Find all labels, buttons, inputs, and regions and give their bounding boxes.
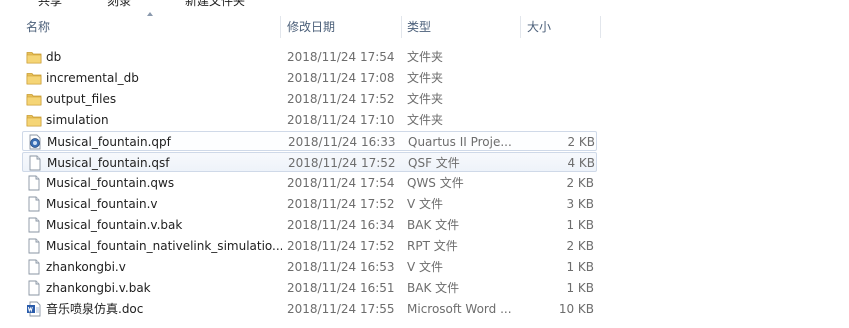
file-size: 2 KB [566, 176, 594, 190]
file-type: QWS 文件 [407, 176, 464, 190]
file-date: 2018/11/24 17:55 [287, 302, 395, 316]
file-size [524, 89, 594, 109]
file-size: 2 KB [567, 135, 595, 149]
file-row[interactable]: db 2018/11/24 17:54 文件夹 [22, 47, 597, 67]
file-date: 2018/11/24 17:52 [287, 197, 395, 211]
new-folder-button[interactable]: 新建文件夹 [185, 0, 245, 9]
file-row[interactable]: incremental_db 2018/11/24 17:08 文件夹 [22, 68, 597, 88]
file-size: 3 KB [566, 197, 594, 211]
file-row[interactable]: Musical_fountain.v.bak 2018/11/24 16:34 BA… [22, 215, 597, 235]
burn-button[interactable]: 刻录 [107, 0, 131, 9]
file-icon [27, 155, 43, 171]
column-header: 名称 修改日期 类型 大小 [0, 12, 849, 40]
file-row[interactable]: output_files 2018/11/24 17:52 文件夹 [22, 89, 597, 109]
file-type: 文件夹 [407, 113, 444, 127]
file-name: 音乐喷泉仿真.doc [46, 302, 144, 316]
file-date: 2018/11/24 17:52 [287, 239, 395, 253]
file-row[interactable]: 音乐喷泉仿真.doc 2018/11/24 17:55 Microsoft Word… [22, 299, 597, 319]
column-divider[interactable] [280, 16, 281, 38]
column-size[interactable]: 大小 [527, 14, 551, 40]
file-type: 文件夹 [407, 92, 444, 106]
file-name: Musical_fountain.v.bak [46, 218, 183, 232]
file-date: 2018/11/24 16:51 [287, 281, 395, 295]
file-row[interactable]: Musical_fountain.qpf 2018/11/24 16:33 Quar… [22, 131, 597, 151]
file-name: Musical_fountain.qws [46, 176, 175, 190]
file-name: db [46, 50, 62, 64]
file-icon [26, 175, 42, 191]
file-size: 1 KB [566, 218, 594, 232]
file-name: Musical_fountain.qsf [47, 156, 170, 170]
file-type: Microsoft Word ... [407, 302, 512, 316]
file-icon [26, 238, 42, 254]
file-name: zhankongbi.v.bak [46, 281, 151, 295]
file-date: 2018/11/24 16:33 [288, 135, 396, 149]
file-type: BAK 文件 [407, 281, 460, 295]
file-row[interactable]: Musical_fountain.qsf 2018/11/24 17:52 QSF … [22, 152, 597, 172]
column-date[interactable]: 修改日期 [287, 14, 335, 40]
folder-icon [26, 112, 42, 128]
file-icon [26, 196, 42, 212]
column-type[interactable]: 类型 [407, 14, 431, 40]
file-name: Musical_fountain_nativelink_simulatio... [46, 239, 282, 253]
file-icon [26, 217, 42, 233]
quartus-project-icon [27, 134, 43, 150]
share-button[interactable]: 共享 [38, 0, 62, 9]
file-date: 2018/11/24 16:53 [287, 260, 395, 274]
file-size: 2 KB [566, 239, 594, 253]
file-date: 2018/11/24 17:08 [287, 71, 395, 85]
file-row[interactable]: Musical_fountain.v 2018/11/24 17:52 V 文件 3 … [22, 194, 597, 214]
file-name: output_files [46, 92, 117, 106]
file-name: incremental_db [46, 71, 139, 85]
folder-icon [26, 70, 42, 86]
file-size: 4 KB [567, 156, 595, 170]
file-type: BAK 文件 [407, 218, 460, 232]
file-type: Quartus II Proje... [408, 135, 512, 149]
file-name: zhankongbi.v [46, 260, 126, 274]
file-type: V 文件 [407, 260, 444, 274]
file-icon [26, 280, 42, 296]
file-name: simulation [46, 113, 109, 127]
file-row[interactable]: zhankongbi.v.bak 2018/11/24 16:51 BAK 文件 1 … [22, 278, 597, 298]
column-name[interactable]: 名称 [26, 14, 50, 40]
file-date: 2018/11/24 17:52 [288, 156, 396, 170]
folder-icon [26, 49, 42, 65]
file-size: 1 KB [566, 281, 594, 295]
word-document-icon [26, 301, 42, 317]
file-row[interactable]: simulation 2018/11/24 17:10 文件夹 [22, 110, 597, 130]
file-size: 1 KB [566, 260, 594, 274]
file-icon [26, 259, 42, 275]
file-date: 2018/11/24 17:54 [287, 176, 395, 190]
sort-ascending-icon [147, 12, 153, 16]
file-name: Musical_fountain.v [46, 197, 158, 211]
file-size: 10 KB [558, 302, 594, 316]
file-row[interactable]: zhankongbi.v 2018/11/24 16:53 V 文件 1 KB [22, 257, 597, 277]
column-divider[interactable] [401, 16, 402, 38]
toolbar: 共享 刻录 新建文件夹 [0, 0, 849, 9]
file-row[interactable]: Musical_fountain.qws 2018/11/24 17:54 QWS … [22, 173, 597, 193]
file-date: 2018/11/24 17:10 [287, 113, 395, 127]
column-divider[interactable] [520, 16, 521, 38]
file-date: 2018/11/24 16:34 [287, 218, 395, 232]
file-name: Musical_fountain.qpf [47, 135, 171, 149]
file-size [524, 68, 594, 88]
column-divider[interactable] [600, 16, 601, 38]
file-type: QSF 文件 [408, 156, 460, 170]
file-type: 文件夹 [407, 71, 444, 85]
file-size [524, 47, 594, 67]
file-date: 2018/11/24 17:54 [287, 50, 395, 64]
file-date: 2018/11/24 17:52 [287, 92, 395, 106]
file-row[interactable]: Musical_fountain_nativelink_simulatio...… [22, 236, 597, 256]
file-type: 文件夹 [407, 50, 444, 64]
file-type: V 文件 [407, 197, 444, 211]
folder-icon [26, 91, 42, 107]
file-size [524, 110, 594, 130]
file-type: RPT 文件 [407, 239, 458, 253]
